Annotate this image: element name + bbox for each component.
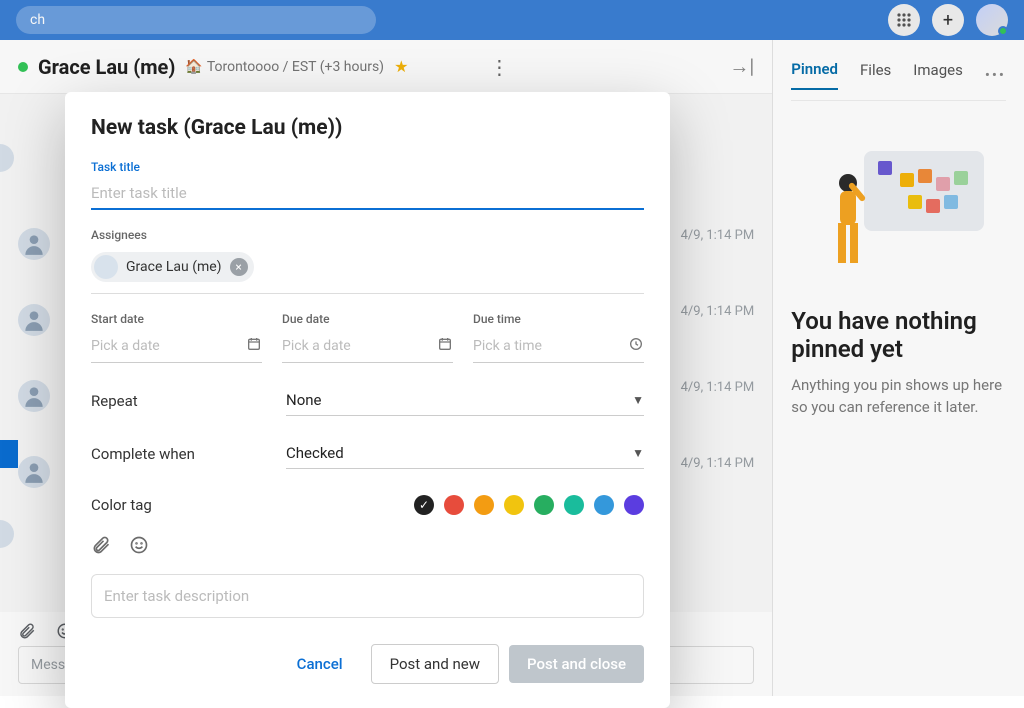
clock-icon <box>628 336 644 356</box>
calendar-icon <box>246 336 262 356</box>
cancel-button[interactable]: Cancel <box>279 645 361 683</box>
remove-assignee-icon[interactable]: × <box>230 258 248 276</box>
color-option[interactable]: ✓ <box>414 495 434 515</box>
post-and-close-button[interactable]: Post and close <box>509 645 644 683</box>
complete-when-label: Complete when <box>91 445 286 463</box>
color-option[interactable] <box>624 495 644 515</box>
repeat-label: Repeat <box>91 392 286 410</box>
repeat-value: None <box>286 391 322 409</box>
due-date-label: Due date <box>282 312 453 326</box>
start-date-input[interactable]: Pick a date <box>91 330 262 363</box>
color-tag-label: Color tag <box>91 496 286 514</box>
complete-when-value: Checked <box>286 444 344 462</box>
color-option[interactable] <box>444 495 464 515</box>
description-placeholder: Enter task description <box>104 587 249 605</box>
due-date-input[interactable]: Pick a date <box>282 330 453 363</box>
due-time-placeholder: Pick a time <box>473 338 542 354</box>
due-date-placeholder: Pick a date <box>282 338 351 354</box>
modal-title: New task (Grace Lau (me)) <box>91 116 644 140</box>
repeat-select[interactable]: None ▼ <box>286 385 644 416</box>
task-description-input[interactable]: Enter task description <box>91 574 644 618</box>
post-and-new-button[interactable]: Post and new <box>371 644 499 684</box>
avatar <box>94 255 118 279</box>
start-date-label: Start date <box>91 312 262 326</box>
emoji-icon[interactable] <box>129 535 149 560</box>
color-tag-options: ✓ <box>414 495 644 515</box>
assignee-name: Grace Lau (me) <box>126 259 222 275</box>
calendar-icon <box>437 336 453 356</box>
color-option[interactable] <box>474 495 494 515</box>
new-task-modal: New task (Grace Lau (me)) Task title Ass… <box>65 92 670 708</box>
start-date-placeholder: Pick a date <box>91 338 160 354</box>
color-option[interactable] <box>594 495 614 515</box>
complete-when-select[interactable]: Checked ▼ <box>286 438 644 469</box>
assignee-chip[interactable]: Grace Lau (me) × <box>91 252 254 282</box>
color-option[interactable] <box>534 495 554 515</box>
task-title-label: Task title <box>91 160 644 174</box>
attachment-icon[interactable] <box>91 535 111 560</box>
chevron-down-icon: ▼ <box>632 393 644 407</box>
due-time-label: Due time <box>473 312 644 326</box>
task-title-input[interactable] <box>91 178 644 210</box>
due-time-input[interactable]: Pick a time <box>473 330 644 363</box>
chevron-down-icon: ▼ <box>632 446 644 460</box>
color-option[interactable] <box>504 495 524 515</box>
color-option[interactable] <box>564 495 584 515</box>
assignees-label: Assignees <box>91 228 644 242</box>
